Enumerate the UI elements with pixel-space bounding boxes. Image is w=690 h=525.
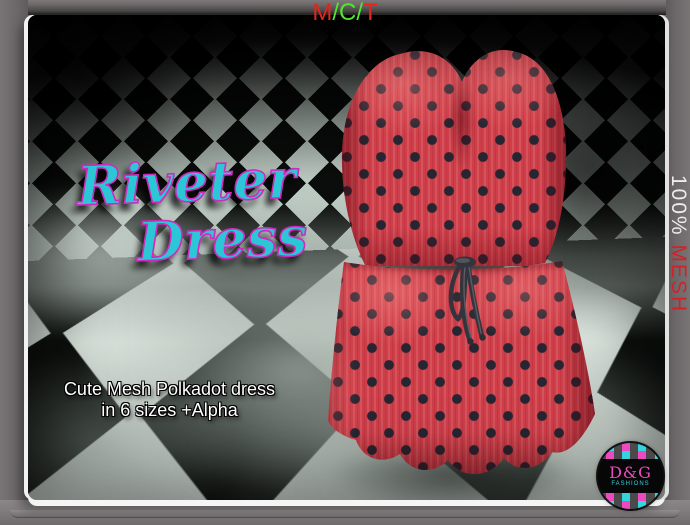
perm-seg-0: M bbox=[312, 0, 333, 26]
product-title: Riveter Dress bbox=[75, 146, 309, 275]
product-ad-image: Riveter Dress Cute Mesh Polkadot dress i… bbox=[0, 0, 690, 525]
perm-seg-2: C bbox=[338, 0, 357, 26]
frame-groove bbox=[10, 510, 680, 518]
perm-seg-4: T bbox=[363, 0, 378, 26]
product-description: Cute Mesh Polkadot dress in 6 sizes +Alp… bbox=[62, 379, 277, 421]
perm-seg-3: / bbox=[356, 0, 363, 26]
logo-center: D&G FASHIONS bbox=[598, 459, 663, 493]
description-line1: Cute Mesh Polkadot dress bbox=[63, 379, 276, 399]
mesh-percent: 100% bbox=[667, 174, 690, 237]
perm-seg-1: / bbox=[332, 0, 339, 26]
permissions-label: M/C/T bbox=[0, 0, 690, 25]
logo-checker-row bbox=[598, 451, 663, 459]
logo-subtitle-text: FASHIONS bbox=[611, 481, 650, 487]
scene: Riveter Dress Cute Mesh Polkadot dress i… bbox=[28, 15, 665, 500]
mesh-word: MESH bbox=[667, 244, 690, 314]
mesh-badge-text: 100% MESH bbox=[666, 175, 690, 313]
logo-brand-text: D&G bbox=[609, 463, 652, 482]
frame-left-edge bbox=[0, 0, 28, 525]
brand-logo: D&G FASHIONS bbox=[598, 443, 663, 509]
description-line2: in 6 sizes +Alpha bbox=[101, 400, 238, 420]
